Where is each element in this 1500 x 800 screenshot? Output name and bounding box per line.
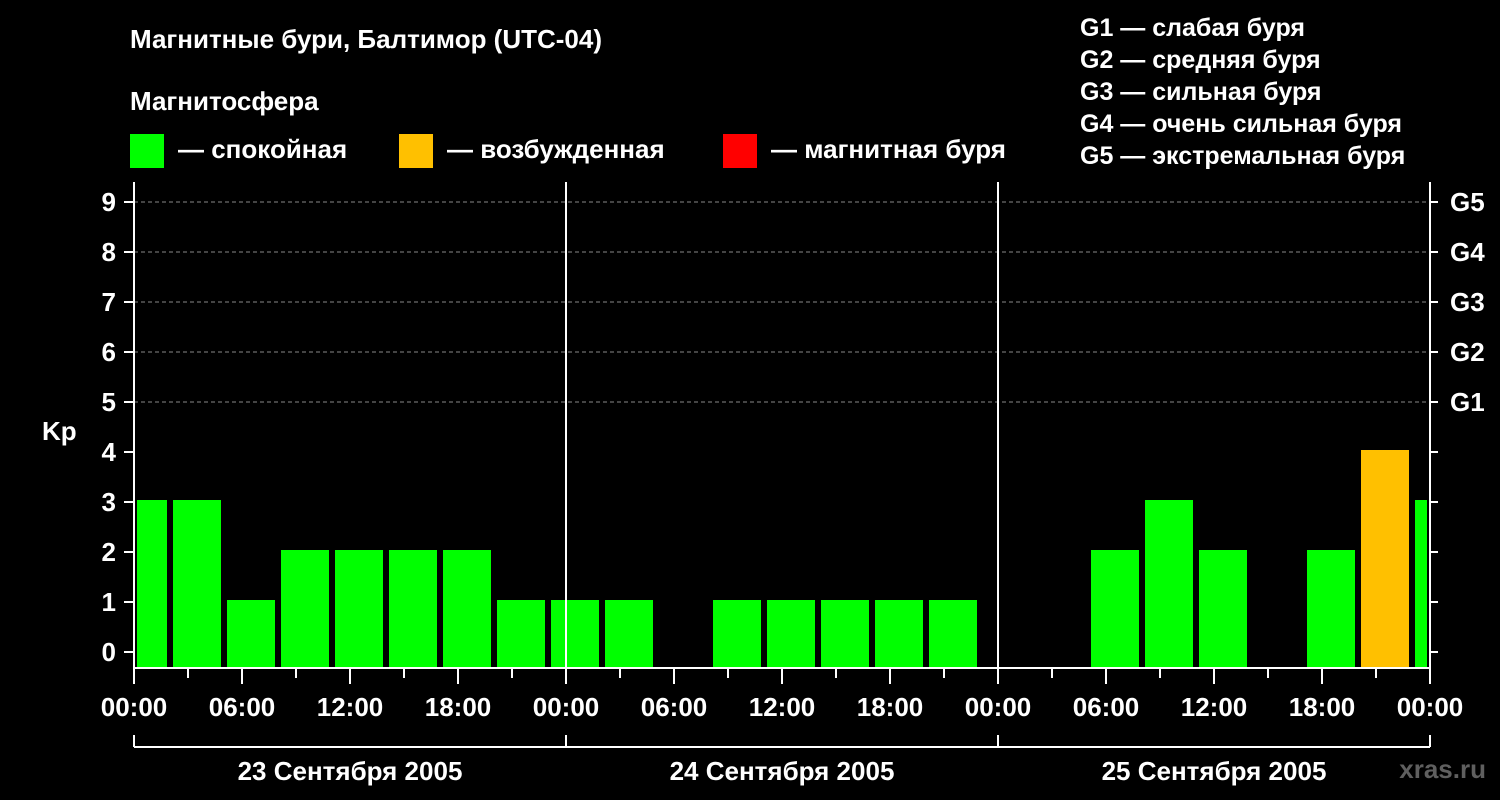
x-tick-label: 18:00: [1289, 692, 1356, 722]
y-tick-label: 0: [102, 637, 116, 667]
x-tick-label: 06:00: [1073, 692, 1140, 722]
y-tick-label: 3: [102, 487, 116, 517]
kp-bar-chart: 0 1 2 3 4 5 6 7 8 9 G1 G2 G3 G4 G5 Kp 00:00 06:00 12:00 18:…: [42, 182, 1485, 786]
y-tick-label: 4: [102, 437, 117, 467]
kp-bar: [173, 500, 221, 668]
y-axis-label: Kp: [42, 416, 77, 446]
x-tick-label: 18:00: [425, 692, 492, 722]
y-tick-label: 5: [102, 387, 116, 417]
y-tick-label: 7: [102, 287, 116, 317]
x-tick-label: 06:00: [209, 692, 276, 722]
kp-bar: [137, 500, 167, 668]
y-tick-label: 9: [102, 187, 116, 217]
kp-bar: [929, 600, 977, 668]
g-level-axis-label: G4: [1450, 237, 1485, 267]
y-tick-label: 1: [102, 587, 116, 617]
kp-bar: [821, 600, 869, 668]
kp-bar: [443, 550, 491, 668]
x-tick-label: 00:00: [101, 692, 168, 722]
y-tick-label: 2: [102, 537, 116, 567]
kp-bar: [767, 600, 815, 668]
x-tick-label: 12:00: [1181, 692, 1248, 722]
y-tick-label: 6: [102, 337, 116, 367]
kp-bar: [1415, 500, 1427, 668]
watermark: xras.ru: [1399, 754, 1486, 784]
kp-bar: [281, 550, 329, 668]
g-level-axis-label: G1: [1450, 387, 1485, 417]
kp-bar: [713, 600, 761, 668]
kp-bar: [875, 600, 923, 668]
kp-bar: [1145, 500, 1193, 668]
x-tick-label: 12:00: [749, 692, 816, 722]
y-tick-label: 8: [102, 237, 116, 267]
kp-bar: [605, 600, 653, 668]
kp-bar: [335, 550, 383, 668]
g-level-axis-label: G2: [1450, 337, 1485, 367]
x-tick-label: 06:00: [641, 692, 708, 722]
kp-bar: [497, 600, 545, 668]
kp-bar: [551, 600, 599, 668]
kp-bar: [1091, 550, 1139, 668]
x-tick-label: 18:00: [857, 692, 924, 722]
kp-bar: [227, 600, 275, 668]
kp-bar: [1361, 450, 1409, 668]
x-tick-label: 00:00: [1397, 692, 1464, 722]
date-label: 24 Сентября 2005: [670, 756, 895, 786]
kp-bar: [1307, 550, 1355, 668]
kp-bar: [389, 550, 437, 668]
date-label: 23 Сентября 2005: [238, 756, 463, 786]
kp-bar: [1199, 550, 1247, 668]
x-tick-label: 00:00: [533, 692, 600, 722]
date-label: 25 Сентября 2005: [1102, 756, 1327, 786]
x-tick-label: 12:00: [317, 692, 384, 722]
g-level-axis-label: G5: [1450, 187, 1485, 217]
x-tick-label: 00:00: [965, 692, 1032, 722]
g-level-axis-label: G3: [1450, 287, 1485, 317]
